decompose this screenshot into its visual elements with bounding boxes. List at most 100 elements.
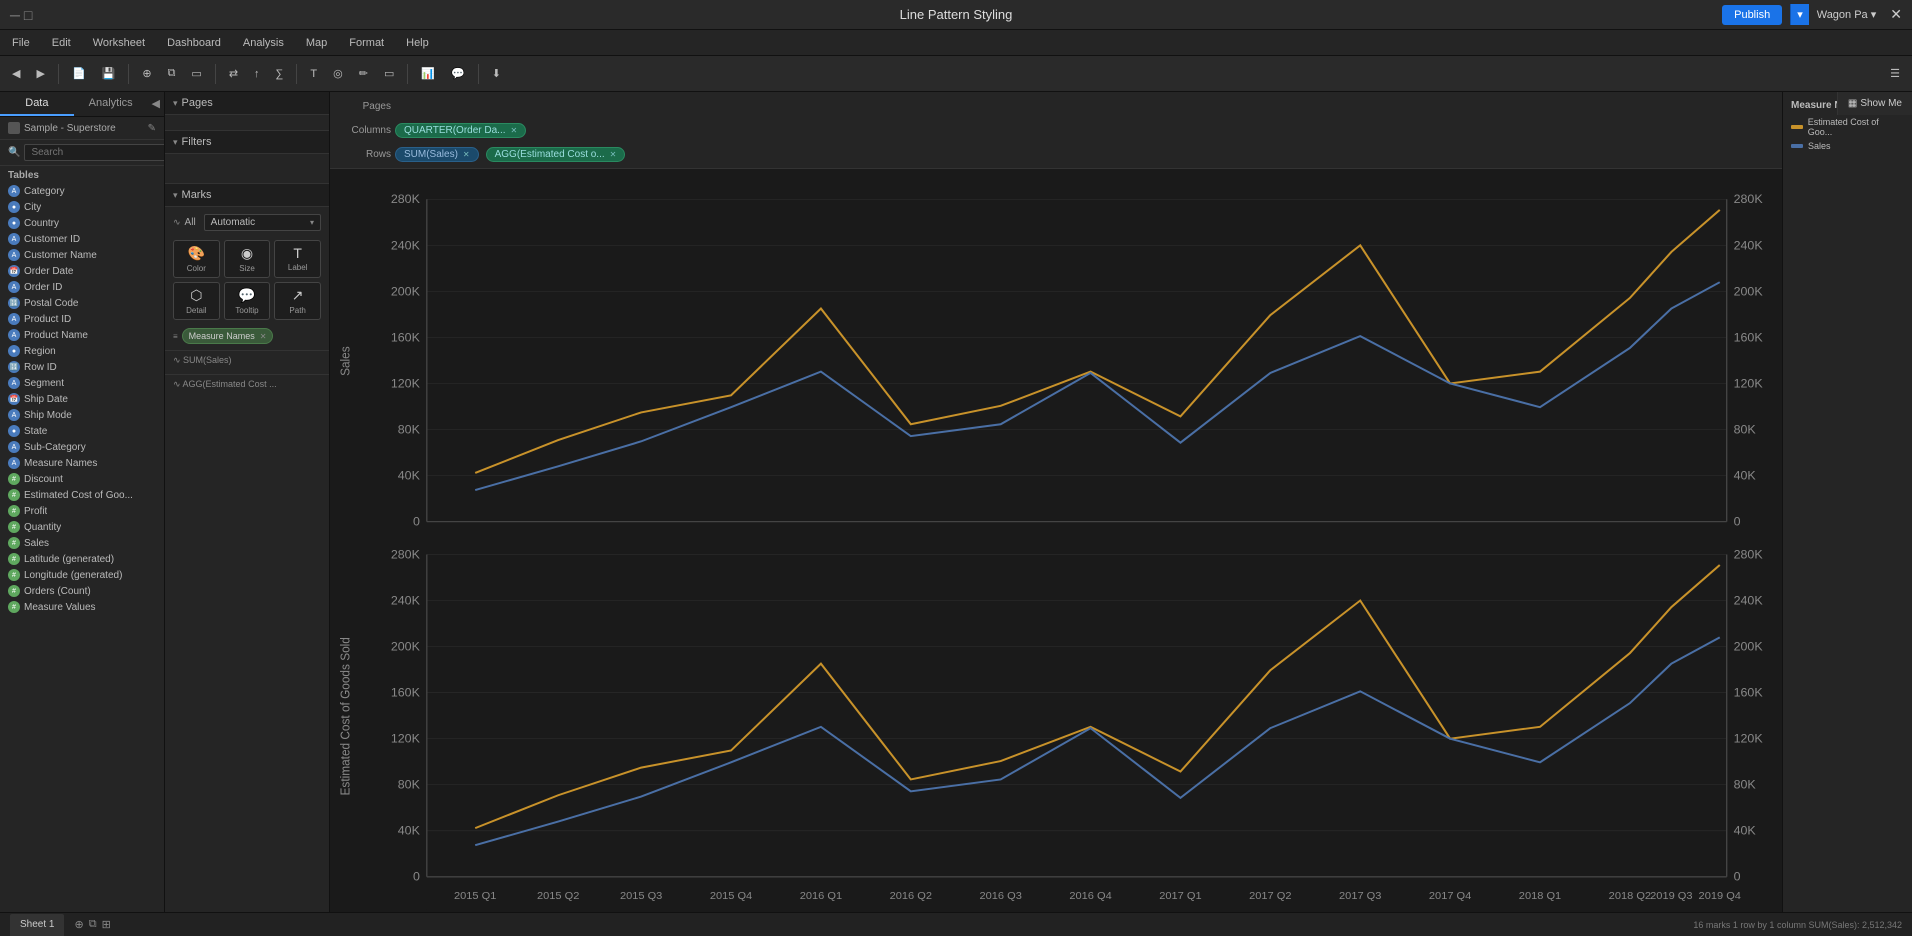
columns-pill[interactable]: QUARTER(Order Da... ✕ [395, 123, 526, 138]
back-button[interactable]: ◀ [6, 63, 26, 84]
add-sheet-icon[interactable]: ⊕ [74, 918, 83, 931]
svg-text:2016 Q1: 2016 Q1 [800, 890, 842, 902]
tab-analytics[interactable]: Analytics [74, 92, 148, 116]
field-sales[interactable]: #Sales [0, 535, 164, 551]
field-measure-values[interactable]: #Measure Values [0, 599, 164, 615]
highlight-button[interactable]: ◎ [327, 63, 349, 84]
menu-analysis[interactable]: Analysis [239, 35, 288, 51]
present-button[interactable]: ▭ [185, 63, 207, 84]
field-category[interactable]: ACategory [0, 183, 164, 199]
menu-worksheet[interactable]: Worksheet [89, 35, 149, 51]
measure-names-pill[interactable]: Measure Names ✕ [182, 328, 274, 344]
publish-button[interactable]: Publish [1722, 5, 1782, 25]
menu-dashboard[interactable]: Dashboard [163, 35, 225, 51]
new-datasource-button[interactable]: ⊕ [136, 63, 157, 84]
legend-item-cost[interactable]: Estimated Cost of Goo... [1791, 117, 1904, 137]
sort-desc-button[interactable]: ∑ [270, 64, 290, 84]
menu-map[interactable]: Map [302, 35, 331, 51]
pencil-button[interactable]: ✏ [353, 63, 374, 84]
sheet-tab[interactable]: Sheet 1 [10, 914, 64, 936]
chart-type-button[interactable]: 📊 [415, 63, 441, 84]
marks-color-btn[interactable]: 🎨 Color [173, 240, 220, 278]
columns-pill-remove[interactable]: ✕ [511, 126, 518, 135]
pill-remove[interactable]: ✕ [260, 332, 267, 341]
field-list-button[interactable]: ☰ [1884, 63, 1906, 84]
text-format-button[interactable]: T [304, 64, 323, 84]
field-product-name[interactable]: AProduct Name [0, 327, 164, 343]
grid-sheet-icon[interactable]: ⊞ [102, 918, 111, 931]
field-state[interactable]: ●State [0, 423, 164, 439]
field-segment[interactable]: ASegment [0, 375, 164, 391]
field-row-id[interactable]: 🔢Row ID [0, 359, 164, 375]
menu-edit[interactable]: Edit [48, 35, 75, 51]
maximize-icon[interactable]: □ [24, 7, 32, 23]
data-source-edit-icon[interactable]: ✎ [148, 123, 156, 134]
rows-pill-cost-remove[interactable]: ✕ [610, 150, 617, 159]
field-country[interactable]: ●Country [0, 215, 164, 231]
svg-text:40K: 40K [1734, 469, 1756, 483]
filters-collapse-arrow: ▾ [173, 137, 178, 148]
marks-type-select[interactable]: Automatic ▾ [204, 214, 321, 231]
field-region[interactable]: ●Region [0, 343, 164, 359]
pages-collapse-arrow: ▾ [173, 98, 178, 109]
field-discount[interactable]: #Discount [0, 471, 164, 487]
publish-dropdown-button[interactable]: ▾ [1790, 4, 1809, 25]
pages-section[interactable]: ▾ Pages [165, 92, 329, 115]
sort-asc-button[interactable]: ↑ [248, 64, 266, 84]
rows-pill-sales[interactable]: SUM(Sales) ✕ [395, 147, 479, 162]
field-latitude[interactable]: #Latitude (generated) [0, 551, 164, 567]
field-postal-code[interactable]: 🔢Postal Code [0, 295, 164, 311]
marks-path-btn[interactable]: ↗ Path [274, 282, 321, 320]
field-orders-count[interactable]: #Orders (Count) [0, 583, 164, 599]
minimize-icon[interactable]: ─ [10, 7, 20, 23]
field-city[interactable]: ●City [0, 199, 164, 215]
filters-section[interactable]: ▾ Filters [165, 131, 329, 154]
menu-help[interactable]: Help [402, 35, 433, 51]
tooltip-button[interactable]: 💬 [445, 63, 471, 84]
data-source-name[interactable]: Sample - Superstore [24, 123, 144, 134]
field-customer-name[interactable]: ACustomer Name [0, 247, 164, 263]
download-button[interactable]: ⬇ [486, 63, 507, 84]
marks-section[interactable]: ▾ Marks [165, 184, 329, 207]
field-quantity[interactable]: #Quantity [0, 519, 164, 535]
field-product-id[interactable]: AProduct ID [0, 311, 164, 327]
legend-item-sales[interactable]: Sales [1791, 141, 1904, 151]
marks-detail-btn[interactable]: ⬡ Detail [173, 282, 220, 320]
field-est-cost[interactable]: #Estimated Cost of Goo... [0, 487, 164, 503]
frame-button[interactable]: ▭ [378, 63, 400, 84]
svg-text:2015 Q1: 2015 Q1 [454, 890, 496, 902]
duplicate-button[interactable]: ⧉ [162, 63, 182, 84]
close-button[interactable]: ✕ [1890, 6, 1902, 23]
show-me-button[interactable]: ▦ Show Me [1837, 92, 1912, 115]
field-order-id[interactable]: AOrder ID [0, 279, 164, 295]
field-measure-names[interactable]: AMeasure Names [0, 455, 164, 471]
rows-pill-sales-remove[interactable]: ✕ [463, 150, 470, 159]
marks-tooltip-btn[interactable]: 💬 Tooltip [224, 282, 271, 320]
duplicate-sheet-icon[interactable]: ⧉ [89, 918, 97, 931]
marks-label-btn[interactable]: T Label [274, 240, 321, 278]
save-button[interactable]: 💾 [96, 63, 122, 84]
user-menu[interactable]: Wagon Pa ▾ [1817, 8, 1877, 21]
data-panel-collapse[interactable]: ◀ [148, 92, 164, 116]
field-ship-date[interactable]: 📅Ship Date [0, 391, 164, 407]
status-icons: ⊕ ⧉ ⊞ [74, 918, 110, 931]
svg-text:240K: 240K [1734, 594, 1763, 608]
marks-size-btn[interactable]: ◉ Size [224, 240, 271, 278]
field-profit[interactable]: #Profit [0, 503, 164, 519]
swap-button[interactable]: ⇄ [223, 63, 244, 84]
field-sub-category[interactable]: ASub-Category [0, 439, 164, 455]
forward-button[interactable]: ▶ [30, 63, 50, 84]
new-worksheet-button[interactable]: 📄 [66, 63, 92, 84]
field-longitude[interactable]: #Longitude (generated) [0, 567, 164, 583]
menu-bar: File Edit Worksheet Dashboard Analysis M… [0, 30, 1912, 56]
menu-file[interactable]: File [8, 35, 34, 51]
search-input[interactable] [24, 144, 165, 161]
tab-data[interactable]: Data [0, 92, 74, 116]
field-ship-mode[interactable]: AShip Mode [0, 407, 164, 423]
svg-text:160K: 160K [1734, 686, 1763, 700]
rows-pill-cost[interactable]: AGG(Estimated Cost o... ✕ [486, 147, 626, 162]
marks-all-label: All [185, 217, 196, 228]
menu-format[interactable]: Format [345, 35, 388, 51]
field-order-date[interactable]: 📅Order Date [0, 263, 164, 279]
field-customer-id[interactable]: ACustomer ID [0, 231, 164, 247]
